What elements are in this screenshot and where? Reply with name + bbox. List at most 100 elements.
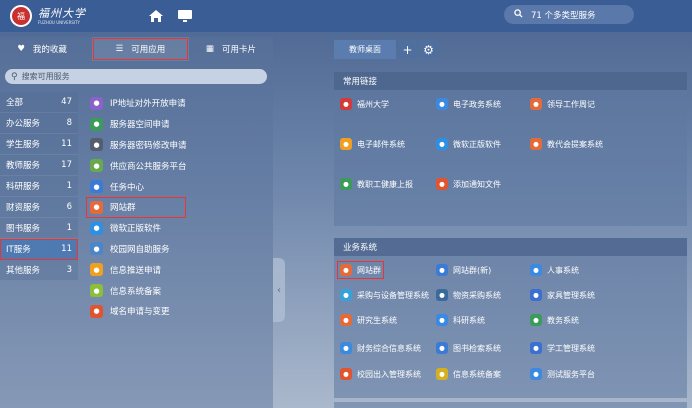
system-icon: ● [340, 289, 352, 301]
category-item[interactable]: IT服务 11 [0, 239, 78, 260]
system-link[interactable]: ● 领导工作周记 [530, 98, 595, 110]
left-tabs: ♥ 我的收藏 ☰ 可用应用 ▦ 可用卡片 [0, 37, 273, 61]
top-bar: 福 福州大学 FUZHOU UNIVERSITY 71 个多类型服务 [0, 0, 692, 32]
category-item[interactable]: 教师服务 17 [0, 155, 78, 176]
app-item[interactable]: ● 供应商公共服务平台 [86, 155, 256, 176]
tab-available-cards[interactable]: ▦ 可用卡片 [189, 37, 273, 61]
app-item[interactable]: ● 信息推送申请 [86, 259, 256, 280]
category-item[interactable]: 全部 47 [0, 92, 78, 113]
category-count: 3 [66, 265, 72, 275]
common-links-title: 常用链接 [334, 72, 687, 90]
app-item[interactable]: ● 服务器密码修改申请 [86, 135, 256, 156]
system-label: 网站群 [357, 265, 381, 275]
system-icon: ● [436, 138, 448, 150]
app-icon: ● [90, 159, 103, 173]
category-name: IT服务 [6, 245, 31, 255]
category-item[interactable]: 办公服务 8 [0, 113, 78, 134]
system-link[interactable]: ● 采购与设备管理系统 [340, 289, 429, 301]
system-icon: ● [340, 264, 352, 276]
tab-teacher-desktop[interactable]: 教师桌面 [334, 40, 396, 59]
system-link[interactable]: ● 图书检索系统 [436, 342, 501, 354]
system-label: 教职工健康上报 [357, 179, 413, 189]
system-icon: ● [530, 264, 542, 276]
category-name: 全部 [6, 98, 24, 108]
tab-favorites[interactable]: ♥ 我的收藏 [0, 37, 84, 61]
app-item[interactable]: ● IP地址对外开放申请 [86, 93, 256, 114]
app-item[interactable]: ● 网站群 [86, 196, 186, 218]
system-link[interactable]: ● 财务综合信息系统 [340, 342, 421, 354]
system-link[interactable]: ● 电子邮件系统 [340, 138, 405, 150]
system-link[interactable]: ● 教职工健康上报 [340, 178, 413, 190]
system-label: 测试服务平台 [547, 369, 595, 379]
settings-icon[interactable]: ⚙ [419, 40, 438, 59]
app-label: 服务器密码修改申请 [110, 140, 187, 151]
app-item[interactable]: ● 微软正版软件 [86, 218, 256, 239]
system-label: 添加通知文件 [453, 179, 501, 189]
system-label: 采购与设备管理系统 [357, 290, 429, 300]
system-link[interactable]: ● 物资采购系统 [436, 289, 501, 301]
system-label: 领导工作周记 [547, 99, 595, 109]
system-label: 教务系统 [547, 315, 579, 325]
category-list: 全部 47 办公服务 8 学生服务 11 教师服务 17 科研服务 1 财资服务 6 图书服务 1 IT服务… [0, 92, 78, 281]
tab-available-apps[interactable]: ☰ 可用应用 [92, 37, 189, 61]
system-label: 物资采购系统 [453, 290, 501, 300]
system-icon: ● [436, 178, 448, 190]
system-link[interactable]: ● 校园出入管理系统 [340, 368, 421, 380]
system-link[interactable]: ● 教代会提案系统 [530, 138, 603, 150]
system-label: 信息系统备案 [453, 369, 501, 379]
app-item[interactable]: ● 校园网自助服务 [86, 239, 256, 260]
category-name: 财资服务 [6, 203, 41, 213]
business-systems-title: 业务系统 [334, 238, 687, 256]
app-item[interactable]: ● 信息系统备案 [86, 280, 256, 301]
category-item[interactable]: 图书服务 1 [0, 218, 78, 239]
system-link[interactable]: ● 测试服务平台 [530, 368, 595, 380]
system-icon: ● [340, 138, 352, 150]
next-panel [334, 402, 687, 408]
common-links-panel: 常用链接 ● 福州大学 ● 电子政务系统 ● 领导工作周记 ● 电子邮件系统 ● 微软正版软件 ● 教… [334, 72, 687, 226]
system-link[interactable]: ● 教务系统 [530, 314, 579, 326]
system-label: 教代会提案系统 [547, 139, 603, 149]
system-link[interactable]: ● 科研系统 [436, 314, 485, 326]
system-label: 电子邮件系统 [357, 139, 405, 149]
search-input[interactable]: ⚲ 搜索可用服务 [5, 69, 267, 84]
collapse-handle[interactable]: ‹ [273, 258, 285, 322]
category-item[interactable]: 科研服务 1 [0, 176, 78, 197]
system-icon: ● [530, 314, 542, 326]
system-link[interactable]: ● 学工管理系统 [530, 342, 595, 354]
system-link[interactable]: ● 添加通知文件 [436, 178, 501, 190]
system-link[interactable]: ● 福州大学 [340, 98, 389, 110]
system-link[interactable]: ● 电子政务系统 [436, 98, 501, 110]
app-item[interactable]: ● 任务中心 [86, 176, 256, 197]
category-name: 科研服务 [6, 182, 41, 192]
category-item[interactable]: 财资服务 6 [0, 197, 78, 218]
app-icon: ● [90, 96, 103, 110]
home-icon[interactable] [147, 7, 165, 25]
category-item[interactable]: 学生服务 11 [0, 134, 78, 155]
category-item[interactable]: 其他服务 3 [0, 260, 78, 281]
app-icon: ● [90, 221, 103, 235]
search-icon: ⚲ [11, 71, 18, 82]
category-name: 办公服务 [6, 119, 41, 129]
desktop-icon[interactable] [176, 7, 194, 25]
system-label: 电子政务系统 [453, 99, 501, 109]
system-link[interactable]: ● 微软正版软件 [436, 138, 501, 150]
system-link[interactable]: ● 研究生系统 [340, 314, 397, 326]
heart-icon: ♥ [17, 44, 25, 54]
app-label: 网站群 [110, 203, 136, 214]
logo-title: 福州大学 [38, 6, 86, 20]
system-link[interactable]: ● 人事系统 [530, 264, 579, 276]
app-item[interactable]: ● 服务器空间申请 [86, 114, 256, 135]
category-count: 11 [61, 139, 72, 149]
system-link[interactable]: ● 网站群 [337, 261, 384, 279]
university-logo[interactable]: 福 福州大学 FUZHOU UNIVERSITY [10, 5, 86, 27]
system-link[interactable]: ● 网站群(新) [436, 264, 491, 276]
service-count: 71 个多类型服务 [531, 10, 596, 21]
add-tab-button[interactable]: + [398, 40, 417, 59]
app-item[interactable]: ● 域名申请与变更 [86, 301, 256, 322]
system-link[interactable]: ● 家具管理系统 [530, 289, 595, 301]
app-icon: ● [90, 117, 103, 131]
service-search[interactable]: 71 个多类型服务 [504, 5, 634, 24]
app-list: ● IP地址对外开放申请 ● 服务器空间申请 ● 服务器密码修改申请 ● 供应商公共服务平台 ●… [86, 93, 256, 322]
system-link[interactable]: ● 信息系统备案 [436, 368, 501, 380]
category-count: 47 [61, 97, 72, 107]
